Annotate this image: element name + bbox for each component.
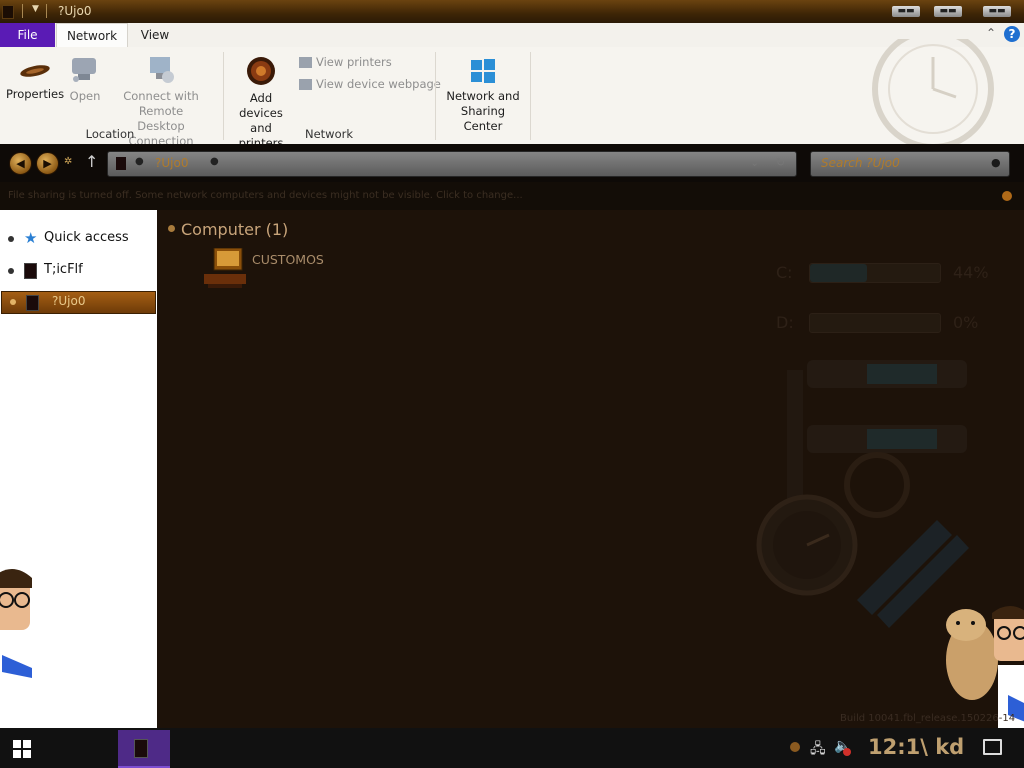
drive-usage-fill [810, 264, 868, 282]
connect-remote-line1: Connect with Remote [123, 89, 199, 118]
sharing-center-line1: Network and [446, 89, 520, 103]
drive-letter: C: [776, 263, 793, 282]
collapse-ribbon-icon[interactable]: ⌃ [986, 26, 996, 40]
tab-network[interactable]: Network [56, 23, 128, 47]
address-bar[interactable]: ● ?Ujo0 ● ⌄ ↻ [107, 151, 797, 177]
up-arrow-icon[interactable]: ↑ [85, 152, 98, 171]
drive-usage-bar [809, 263, 941, 283]
sharing-center-line2: Sharing Center [460, 104, 506, 133]
drive-percent: 44% [953, 263, 989, 282]
search-placeholder: Search ?Ujo0 [821, 156, 900, 170]
address-row: ◀ ▶ ✲ ↑ ● ?Ujo0 ● ⌄ ↻ Search ?Ujo0 ● [0, 144, 1024, 182]
address-dropdown-icon[interactable]: ⌄ [750, 156, 759, 169]
drive-percent: 0% [953, 313, 979, 332]
windows-network-icon [471, 59, 495, 83]
nav-item-quick-access[interactable]: ★ Quick access [0, 227, 157, 251]
computer-label[interactable]: CUSTOMOS [252, 252, 324, 267]
minimize-button[interactable]: ▬▬ [892, 6, 920, 17]
drive-usage-bar [809, 313, 941, 333]
content-pane: Computer (1) CUSTOMOS C: 44% D: 0% Build… [157, 210, 1024, 728]
muted-badge-icon [843, 748, 851, 756]
open-icon [72, 58, 96, 82]
info-bar-close-icon[interactable] [1002, 191, 1012, 201]
cartoon-man-icon [0, 569, 36, 680]
recent-locations-icon[interactable]: ✲ [64, 156, 72, 167]
group-header[interactable]: Computer (1) [181, 220, 288, 239]
tray-app-icon[interactable] [790, 742, 800, 752]
build-watermark: Build 10041.fbl_release.150226-14 [840, 713, 1016, 724]
view-device-webpage-button[interactable]: View device webpage [299, 77, 441, 91]
close-button[interactable]: ▬▬ [983, 6, 1011, 17]
open-label: Open [69, 89, 101, 103]
ribbon: Properties Open Connect with Remote Desk… [0, 39, 1024, 150]
view-printers-button[interactable]: View printers [299, 55, 392, 69]
taskbar-clock[interactable]: 12:1\ kd [868, 735, 964, 759]
info-bar[interactable]: File sharing is turned off. Some network… [0, 182, 1024, 210]
group-collapse-icon[interactable] [168, 225, 175, 232]
nav-item-network[interactable]: ?Ujo0 [1, 291, 156, 314]
location-group-label: Location [85, 127, 135, 141]
back-button[interactable]: ◀ [9, 152, 32, 175]
search-box[interactable]: Search ?Ujo0 ● [810, 151, 1010, 177]
forward-button[interactable]: ▶ [36, 152, 59, 175]
tab-file[interactable]: File [0, 23, 55, 47]
maximize-button[interactable]: ▬▬ [934, 6, 962, 17]
properties-icon [20, 65, 50, 77]
breadcrumb-separator-icon[interactable]: ● [210, 156, 219, 167]
view-printers-label: View printers [316, 55, 392, 69]
address-path[interactable]: ?Ujo0 [155, 156, 188, 170]
location-icon [116, 157, 126, 170]
title-separator [46, 4, 47, 18]
nav-item-folder[interactable]: T;icFlf [0, 259, 157, 283]
quick-access-dropdown-icon[interactable]: ▼ [32, 4, 39, 14]
explorer-taskbar-icon [134, 739, 148, 758]
taskbar-explorer-button[interactable] [118, 730, 170, 768]
nav-item-label: T;icFlf [44, 262, 83, 277]
expand-bullet-icon[interactable] [8, 268, 14, 274]
properties-button[interactable]: Properties [6, 59, 64, 102]
network-tray-icon[interactable]: 🖧 [810, 738, 826, 762]
title-bar: ▼ ?Ujo0 ▬▬ ▬▬ ▬▬ [0, 0, 1024, 23]
info-bar-message[interactable]: File sharing is turned off. Some network… [8, 190, 523, 201]
nav-item-label: ?Ujo0 [52, 294, 86, 308]
group-separator [530, 52, 531, 140]
computer-icon [204, 247, 246, 288]
network-icon [26, 295, 39, 311]
title-separator [22, 4, 23, 18]
hamster-mascot-icon [946, 606, 1024, 728]
view-device-webpage-label: View device webpage [316, 77, 441, 91]
nav-item-label: Quick access [44, 230, 129, 245]
search-icon[interactable]: ● [991, 156, 1001, 169]
breadcrumb-separator-icon[interactable]: ● [135, 156, 144, 167]
action-center-icon[interactable] [983, 739, 1002, 755]
folder-icon [24, 263, 37, 279]
expand-bullet-icon[interactable] [10, 299, 16, 305]
windows-start-icon[interactable] [13, 740, 31, 758]
refresh-icon[interactable]: ↻ [776, 156, 785, 169]
navigation-pane: ★ Quick access T;icFlf ?Ujo0 [0, 210, 157, 728]
window-title: ?Ujo0 [58, 4, 92, 18]
gear-device-icon [247, 57, 275, 85]
window-icon[interactable] [2, 5, 14, 19]
remote-desktop-icon [150, 57, 174, 83]
webpage-icon [299, 79, 312, 90]
drive-letter: D: [776, 313, 794, 332]
taskbar: 🖧 🔈 12:1\ kd [0, 728, 1024, 768]
tab-view[interactable]: View [132, 23, 178, 47]
add-devices-line1: Add devices [239, 91, 283, 120]
network-group-label: Network [304, 127, 354, 141]
group-separator [435, 52, 436, 140]
group-separator [223, 52, 224, 140]
expand-bullet-icon[interactable] [8, 236, 14, 242]
clock-watermark [872, 39, 994, 149]
properties-label: Properties [6, 87, 65, 101]
printer-icon [299, 57, 312, 68]
star-icon: ★ [24, 229, 38, 247]
network-sharing-center-button[interactable]: Network and Sharing Center [440, 57, 526, 134]
open-button[interactable]: Open [66, 55, 104, 104]
